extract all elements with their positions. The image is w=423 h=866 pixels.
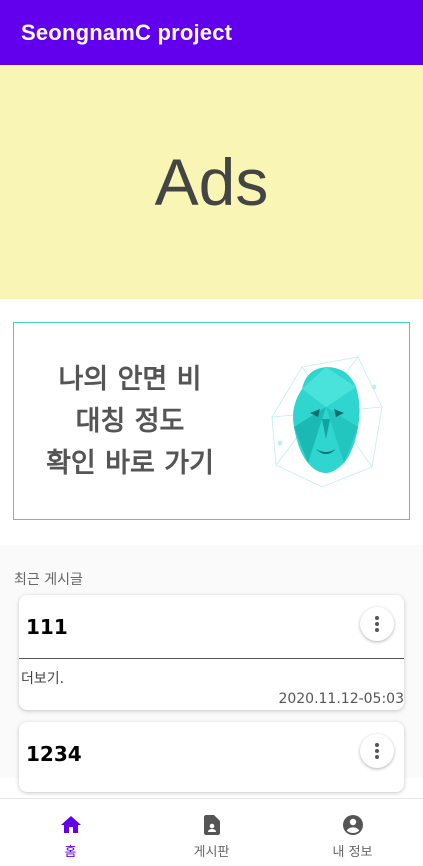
nav-label-home: 홈 (64, 845, 77, 860)
more-vert-icon (375, 616, 379, 632)
account-icon (342, 815, 363, 835)
post-card[interactable]: 1234 (19, 722, 404, 792)
promo-line-3: 확인 바로 가기 (46, 448, 214, 479)
app-title: SeongnamC project (21, 19, 233, 45)
promo-area: 나의 안면 비 대칭 정도 확인 바로 가기 (0, 299, 423, 545)
nav-item-home[interactable]: 홈 (0, 799, 141, 866)
post-title: 111 (26, 615, 68, 639)
nav-label-board: 게시판 (193, 845, 230, 860)
promo-text: 나의 안면 비 대칭 정도 확인 바로 가기 (14, 359, 246, 485)
nav-label-my-info: 내 정보 (332, 845, 373, 860)
face-mesh-icon (271, 356, 383, 488)
board-icon (203, 815, 220, 835)
more-options-button[interactable] (360, 734, 394, 768)
bottom-navigation: 홈 게시판 내 정보 (0, 798, 423, 866)
recent-posts-label: 최근 게시글 (14, 572, 83, 588)
post-body: 더보기. (21, 671, 65, 687)
ad-banner[interactable]: Ads (0, 65, 423, 299)
nav-item-board[interactable]: 게시판 (141, 799, 282, 866)
promo-line-1: 나의 안면 비 (58, 364, 202, 395)
more-options-button[interactable] (360, 607, 394, 641)
recent-posts-section: 최근 게시글 111 더보기. 2020.11.12-05:03 1234 (0, 545, 423, 792)
more-vert-icon (375, 743, 379, 759)
face-symmetry-card[interactable]: 나의 안면 비 대칭 정도 확인 바로 가기 (13, 322, 410, 520)
app-bar: SeongnamC project (0, 0, 423, 65)
post-date: 2020.11.12-05:03 (278, 691, 404, 707)
post-card[interactable]: 111 더보기. 2020.11.12-05:03 (19, 595, 404, 710)
ad-text: Ads (154, 145, 269, 219)
home-icon (60, 816, 81, 833)
post-divider (19, 658, 404, 659)
post-title: 1234 (26, 742, 82, 766)
nav-item-my-info[interactable]: 내 정보 (282, 799, 423, 866)
promo-line-2: 대칭 정도 (75, 406, 185, 437)
